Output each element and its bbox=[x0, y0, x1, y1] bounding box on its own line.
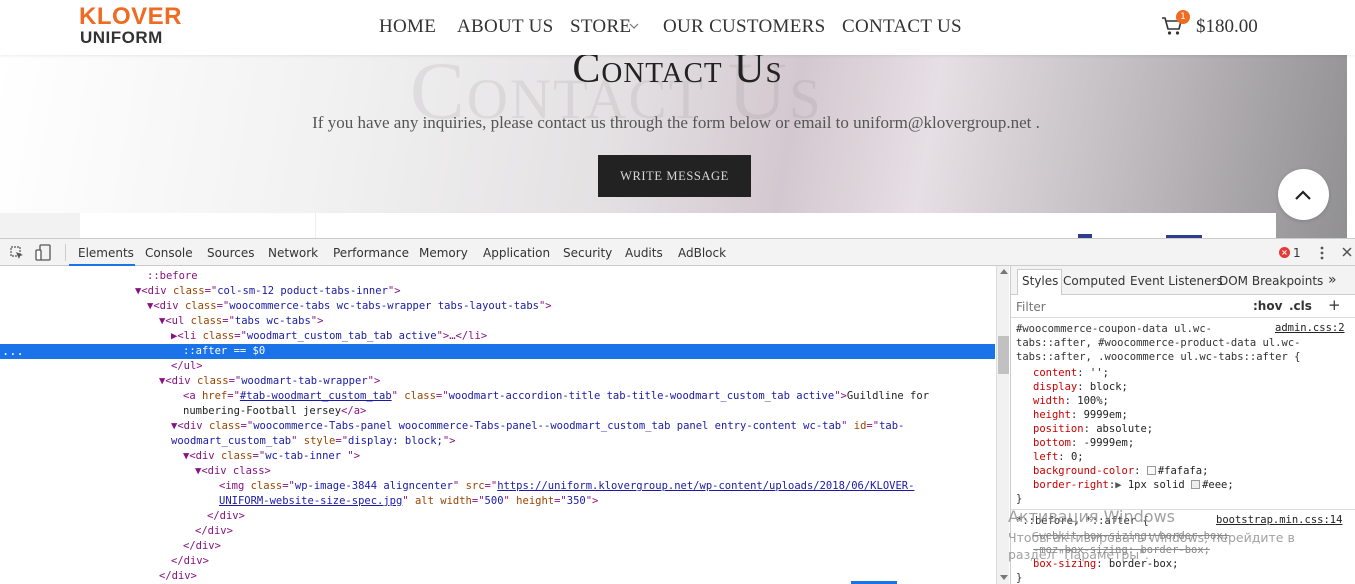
sidebar-tabs: Styles Computed Event Listeners DOM Brea… bbox=[1011, 266, 1355, 295]
chevron-down-icon bbox=[629, 23, 639, 29]
website-viewport: Contact Us Contact Us If you have any in… bbox=[0, 0, 1355, 238]
chevron-up-icon bbox=[1295, 190, 1311, 200]
dom-node[interactable]: </div> bbox=[0, 509, 995, 524]
cart-count-badge: 1 bbox=[1176, 10, 1190, 24]
error-icon[interactable]: × bbox=[1279, 247, 1290, 258]
content-column bbox=[80, 213, 316, 238]
class-toggle[interactable]: .cls bbox=[1289, 299, 1312, 313]
hover-state-toggle[interactable]: :hov bbox=[1253, 299, 1282, 313]
rule-source-link[interactable]: admin.css:2 bbox=[1275, 322, 1345, 334]
tab-application[interactable]: Application bbox=[483, 246, 550, 260]
device-toolbar-icon[interactable] bbox=[35, 244, 51, 261]
css-property[interactable]: bottom: -9999em; bbox=[1033, 436, 1355, 450]
scroll-to-top-button[interactable] bbox=[1278, 169, 1329, 220]
rule-source-link[interactable]: bootstrap.min.css:14 bbox=[1216, 514, 1342, 526]
windows-activation-watermark: Активация Windows bbox=[1008, 507, 1175, 526]
toolbar-divider bbox=[65, 244, 66, 261]
tab-audits[interactable]: Audits bbox=[625, 246, 663, 260]
dom-node[interactable]: UNIFORM-website-size-spec.jpg" alt width… bbox=[0, 494, 995, 509]
dom-node[interactable]: numbering-Football jersey</a> bbox=[0, 404, 995, 419]
dom-node[interactable]: ▼<div class="woocommerce-Tabs-panel wooc… bbox=[0, 419, 995, 434]
logo-text-klover[interactable]: KLOVER bbox=[79, 5, 182, 29]
dom-node[interactable]: </div> bbox=[0, 539, 995, 554]
tab-styles[interactable]: Styles bbox=[1022, 274, 1058, 288]
dom-node[interactable]: </div> bbox=[0, 524, 995, 539]
content-main-area bbox=[316, 213, 1276, 238]
new-rule-plus-icon[interactable]: + bbox=[1328, 296, 1341, 314]
tab-console[interactable]: Console bbox=[145, 246, 193, 260]
css-property[interactable]: height: 9999em; bbox=[1033, 408, 1355, 422]
inspect-element-icon[interactable] bbox=[10, 246, 24, 260]
css-property[interactable]: content: ''; bbox=[1033, 366, 1355, 380]
dom-node[interactable]: ▼<ul class="tabs wc-tabs"> bbox=[0, 314, 995, 329]
scrollbar-thumb[interactable] bbox=[998, 336, 1009, 374]
dom-node[interactable]: <a href="#tab-woodmart_custom_tab" class… bbox=[0, 389, 995, 404]
nav-store[interactable]: STORE bbox=[570, 16, 631, 38]
tab-memory[interactable]: Memory bbox=[419, 246, 468, 260]
nav-our-customers[interactable]: OUR CUSTOMERS bbox=[663, 16, 825, 38]
content-sidebar-area bbox=[0, 213, 80, 238]
tab-security[interactable]: Security bbox=[563, 246, 612, 260]
styles-filter-bar: :hov .cls + bbox=[1011, 295, 1355, 318]
windows-activation-watermark: раздел "Параметры". bbox=[1008, 547, 1149, 562]
more-options-icon[interactable] bbox=[1320, 246, 1324, 260]
css-property[interactable]: width: 100%; bbox=[1033, 394, 1355, 408]
styles-filter-input[interactable] bbox=[1016, 300, 1196, 314]
nav-about-us[interactable]: ABOUT US bbox=[457, 16, 554, 38]
css-property[interactable]: display: block; bbox=[1033, 380, 1355, 394]
dom-node[interactable]: </div> bbox=[0, 569, 995, 584]
site-header: KLOVER UNIFORM HOME ABOUT US STORE OUR C… bbox=[0, 0, 1355, 55]
logo-text-uniform[interactable]: UNIFORM bbox=[80, 29, 163, 47]
scroll-down-arrow-icon[interactable] bbox=[1000, 575, 1008, 580]
tab-performance[interactable]: Performance bbox=[333, 246, 409, 260]
tab-event-listeners[interactable]: Event Listeners bbox=[1130, 274, 1223, 288]
css-property[interactable]: border-right:▶ 1px solid #eee; bbox=[1033, 478, 1355, 492]
dom-node[interactable]: ▼<div class="woocommerce-tabs wc-tabs-wr… bbox=[0, 299, 995, 314]
nav-contact-us[interactable]: CONTACT US bbox=[842, 16, 962, 38]
dom-node[interactable]: <img class="wp-image-3844 aligncenter" s… bbox=[0, 479, 995, 494]
rule-close-brace: } bbox=[1016, 572, 1023, 584]
dom-node[interactable]: </ul> bbox=[0, 359, 995, 374]
cart-total[interactable]: $180.00 bbox=[1196, 16, 1258, 38]
tab-network[interactable]: Network bbox=[268, 246, 318, 260]
tab-sources[interactable]: Sources bbox=[207, 246, 254, 260]
css-property[interactable]: position: absolute; bbox=[1033, 422, 1355, 436]
more-tabs-icon[interactable]: » bbox=[1328, 272, 1337, 288]
dom-node[interactable]: woodmart_custom_tab" style="display: blo… bbox=[0, 434, 995, 449]
color-swatch[interactable] bbox=[1146, 466, 1156, 475]
tab-computed[interactable]: Computed bbox=[1063, 274, 1125, 288]
dom-node[interactable]: ::before bbox=[0, 269, 995, 284]
close-icon[interactable] bbox=[1341, 246, 1353, 258]
css-property[interactable]: left: 0; bbox=[1033, 450, 1355, 464]
error-count[interactable]: 1 bbox=[1293, 246, 1301, 260]
tab-elements[interactable]: Elements bbox=[78, 246, 134, 260]
tab-adblock[interactable]: AdBlock bbox=[678, 246, 726, 260]
page-subtitle: If you have any inquiries, please contac… bbox=[312, 113, 1040, 132]
dom-node[interactable]: ▼<div class="wc-tab-inner "> bbox=[0, 449, 995, 464]
nav-home[interactable]: HOME bbox=[379, 16, 436, 38]
write-message-button[interactable]: WRITE MESSAGE bbox=[598, 155, 751, 197]
dom-node[interactable]: </div> bbox=[0, 554, 995, 569]
rule-selector: tabs::after, #woocommerce-product-data u… bbox=[1016, 337, 1301, 349]
windows-activation-watermark: Чтобы активировать Windows, перейдите в bbox=[1008, 530, 1295, 545]
dom-node[interactable]: ▼<div class="woodmart-tab-wrapper"> bbox=[0, 374, 995, 389]
tab-dom-breakpoints[interactable]: DOM Breakpoints bbox=[1219, 274, 1323, 288]
rule-close-brace: } bbox=[1016, 493, 1023, 505]
css-property[interactable]: background-color: #fafafa; bbox=[1033, 464, 1355, 478]
dom-node-selected[interactable]: ::after == $0 bbox=[0, 344, 995, 359]
dom-node[interactable]: ▼<div class> bbox=[0, 464, 995, 479]
dom-node[interactable]: ▼<div class="col-sm-12 poduct-tabs-inner… bbox=[0, 284, 995, 299]
scroll-up-arrow-icon[interactable] bbox=[1000, 269, 1008, 274]
dom-tree: ::before ▼<div class="col-sm-12 poduct-t… bbox=[0, 266, 1010, 584]
devtools-toolbar: Elements Console Sources Network Perform… bbox=[0, 239, 1355, 266]
dom-node-menu-dots[interactable]: ... bbox=[2, 344, 24, 359]
dom-node[interactable]: ▶<li class="woodmart_custom_tab_tab acti… bbox=[0, 329, 995, 344]
rule-selector: tabs::after, .woocommerce ul.wc-tabs::af… bbox=[1016, 351, 1301, 363]
color-swatch[interactable] bbox=[1191, 480, 1201, 489]
